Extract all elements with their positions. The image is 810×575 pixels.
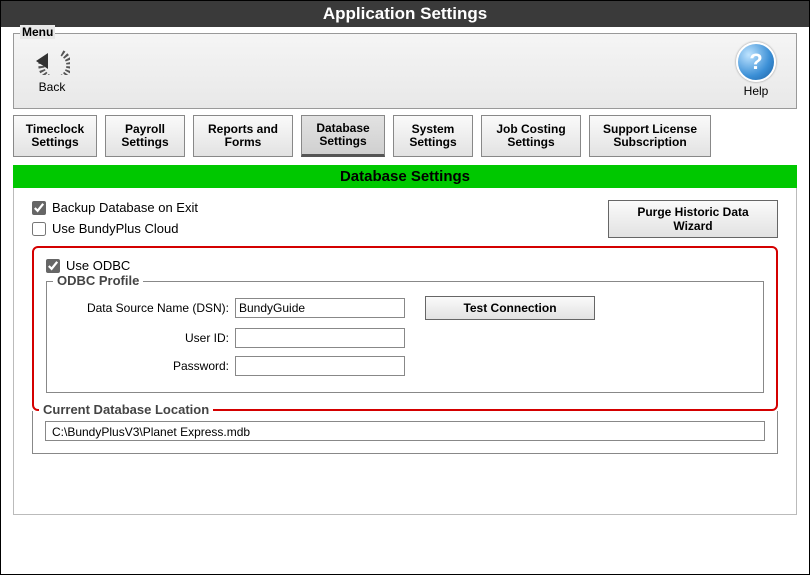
help-icon: ?: [736, 42, 776, 82]
dsn-input[interactable]: [235, 298, 405, 318]
backup-on-exit-checkbox[interactable]: [32, 201, 46, 215]
test-connection-button[interactable]: Test Connection: [425, 296, 595, 320]
use-cloud-checkbox[interactable]: [32, 222, 46, 236]
tab-job-costing-settings[interactable]: Job Costing Settings: [481, 115, 581, 157]
odbc-profile-group: ODBC Profile Data Source Name (DSN): Tes…: [46, 281, 764, 393]
password-input[interactable]: [235, 356, 405, 376]
back-arrow-icon: [34, 46, 70, 76]
db-location-group: Current Database Location C:\BundyPlusV3…: [32, 411, 778, 454]
use-cloud-label: Use BundyPlus Cloud: [52, 221, 178, 236]
userid-label: User ID:: [59, 331, 229, 345]
tab-timeclock-settings[interactable]: Timeclock Settings: [13, 115, 97, 157]
tab-payroll-settings[interactable]: Payroll Settings: [105, 115, 185, 157]
purge-wizard-button[interactable]: Purge Historic Data Wizard: [608, 200, 778, 238]
help-label: Help: [736, 84, 776, 98]
tab-support-license[interactable]: Support License Subscription: [589, 115, 711, 157]
back-label: Back: [34, 80, 70, 94]
db-location-legend: Current Database Location: [39, 402, 213, 417]
use-odbc-checkbox[interactable]: [46, 259, 60, 273]
db-path-field[interactable]: C:\BundyPlusV3\Planet Express.mdb: [45, 421, 765, 441]
backup-on-exit-label: Backup Database on Exit: [52, 200, 198, 215]
dsn-label: Data Source Name (DSN):: [59, 301, 229, 315]
tab-database-settings[interactable]: Database Settings: [301, 115, 385, 157]
use-odbc-label: Use ODBC: [66, 258, 130, 273]
odbc-highlight: Use ODBC ODBC Profile Data Source Name (…: [32, 246, 778, 411]
userid-input[interactable]: [235, 328, 405, 348]
back-button[interactable]: Back: [34, 46, 70, 94]
help-button[interactable]: ? Help: [736, 42, 776, 98]
tab-reports-forms[interactable]: Reports and Forms: [193, 115, 293, 157]
tab-system-settings[interactable]: System Settings: [393, 115, 473, 157]
content-area: Backup Database on Exit Use BundyPlus Cl…: [13, 188, 797, 515]
menu-group: Menu Back ? Help: [13, 33, 797, 109]
section-title: Database Settings: [340, 168, 470, 185]
odbc-profile-legend: ODBC Profile: [53, 273, 143, 288]
menu-legend: Menu: [20, 25, 55, 39]
password-label: Password:: [59, 359, 229, 373]
title-bar: Application Settings: [1, 1, 809, 27]
app-title: Application Settings: [323, 4, 487, 23]
section-header: Database Settings: [13, 165, 797, 188]
tab-row: Timeclock Settings Payroll Settings Repo…: [13, 115, 797, 157]
